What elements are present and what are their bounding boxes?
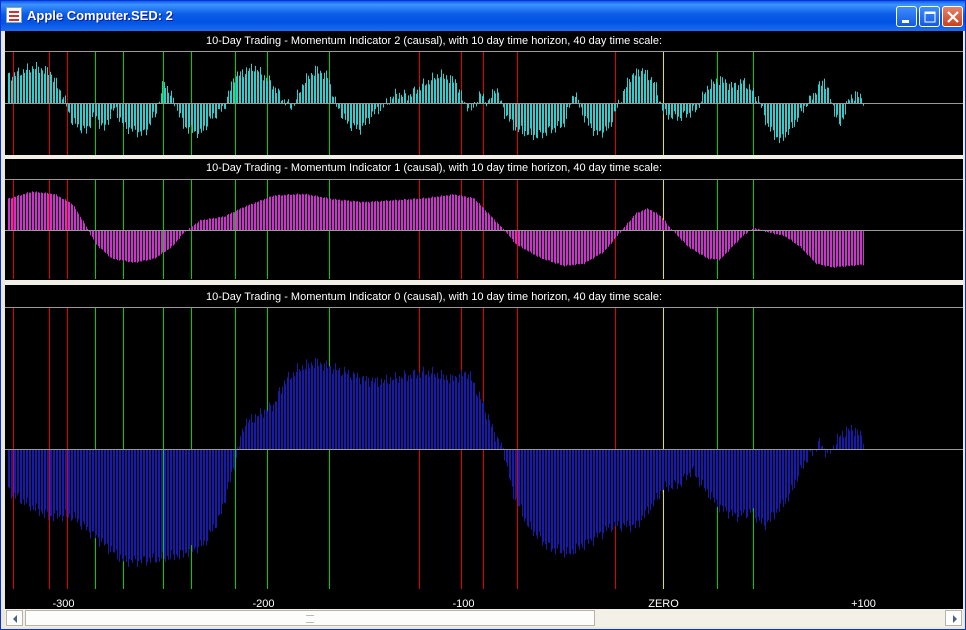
window-title: Apple Computer.SED: 2 [27, 8, 173, 23]
scroll-left-button[interactable] [6, 610, 23, 626]
x-tick-label: ZERO [648, 598, 679, 609]
app-icon[interactable] [6, 7, 22, 23]
chart-title: 10-Day Trading - Momentum Indicator 0 (c… [206, 291, 662, 303]
title-bar[interactable]: Apple Computer.SED: 2 [1, 1, 965, 31]
minimize-button[interactable] [896, 6, 917, 27]
maximize-button[interactable] [919, 6, 940, 27]
panel-separator [5, 280, 963, 285]
indicator-bars [8, 62, 864, 144]
x-tick-label: +100 [851, 598, 876, 609]
chart-title: 10-Day Trading - Momentum Indicator 1 (c… [206, 162, 662, 174]
panel-separator [5, 155, 963, 159]
indicator-bars [8, 357, 864, 568]
horizontal-scrollbar[interactable] [5, 609, 963, 627]
chart-title: 10-Day Trading - Momentum Indicator 2 (c… [206, 35, 662, 47]
momentum-charts[interactable]: 10-Day Trading - Momentum Indicator 2 (c… [5, 31, 963, 610]
x-tick-label: -100 [452, 598, 474, 609]
scroll-right-button[interactable] [945, 610, 962, 626]
app-window: Apple Computer.SED: 2 10-Day Trading - M… [0, 0, 966, 630]
scroll-thumb[interactable] [25, 610, 595, 626]
chart-area[interactable]: 10-Day Trading - Momentum Indicator 2 (c… [5, 31, 963, 610]
indicator-bars [8, 191, 864, 268]
close-button[interactable] [942, 6, 963, 27]
x-tick-label: -200 [252, 598, 274, 609]
x-tick-label: -300 [52, 598, 74, 609]
